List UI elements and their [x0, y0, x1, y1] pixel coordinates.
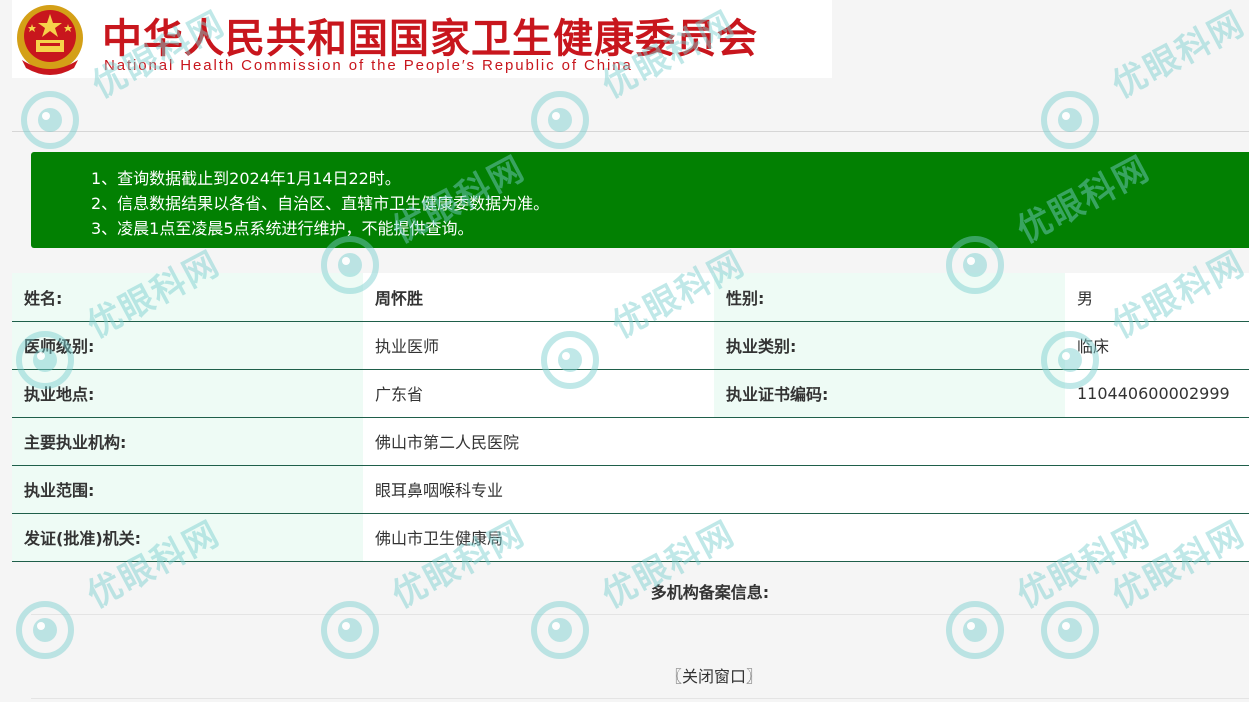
- eye-logo-icon: [946, 601, 1004, 659]
- gender-label: 性别:: [714, 273, 1065, 322]
- location-label: 执业地点:: [12, 369, 363, 418]
- doctor-info-table: 姓名: 周怀胜 性别: 男 医师级别: 执业医师 执业类别: 临床 执业地点: …: [12, 273, 1249, 562]
- watermark: 优眼科网: [1040, 3, 1249, 150]
- category-label: 执业类别:: [714, 321, 1065, 370]
- eye-logo-icon: [21, 91, 79, 149]
- eye-logo-icon: [531, 91, 589, 149]
- scope-label: 执业范围:: [12, 465, 363, 514]
- multi-institution-title: 多机构备案信息:: [650, 583, 770, 602]
- notice-line: 3、凌晨1点至凌晨5点系统进行维护，不能提供查询。: [91, 219, 474, 238]
- bottom-divider: [31, 698, 1249, 699]
- level-label: 医师级别:: [12, 321, 363, 370]
- close-window-button[interactable]: 〖关闭窗口〗: [666, 663, 762, 687]
- name-value: 周怀胜: [363, 273, 714, 322]
- site-title-chinese: 中华人民共和国国家卫生健康委员会: [102, 16, 758, 62]
- table-row: 主要执业机构: 佛山市第二人民医院: [12, 417, 1249, 466]
- cert-value: 110440600002999: [1065, 369, 1249, 418]
- table-row: 发证(批准)机关: 佛山市卫生健康局: [12, 513, 1249, 562]
- scope-value: 眼耳鼻咽喉科专业: [363, 465, 1249, 514]
- table-row: 执业范围: 眼耳鼻咽喉科专业: [12, 465, 1249, 514]
- level-value: 执业医师: [363, 321, 714, 370]
- notice-line: 2、信息数据结果以各省、自治区、直辖市卫生健康委数据为准。: [91, 194, 550, 213]
- authority-label: 发证(批准)机关:: [12, 513, 363, 562]
- site-header: 中华人民共和国国家卫生健康委员会 National Health Commiss…: [12, 0, 832, 78]
- table-row: 医师级别: 执业医师 执业类别: 临床: [12, 321, 1249, 370]
- notice-box: 1、查询数据截止到2024年1月14日22时。 2、信息数据结果以各省、自治区、…: [31, 152, 1249, 248]
- notice-line: 1、查询数据截止到2024年1月14日22时。: [91, 169, 401, 188]
- eye-logo-icon: [321, 601, 379, 659]
- watermark-text: 优眼科网: [1105, 3, 1249, 107]
- table-row: 执业地点: 广东省 执业证书编码: 110440600002999: [12, 369, 1249, 418]
- institution-value: 佛山市第二人民医院: [363, 417, 1249, 466]
- category-value: 临床: [1065, 321, 1249, 370]
- eye-logo-icon: [16, 601, 74, 659]
- site-title-english: National Health Commission of the People…: [104, 57, 633, 74]
- name-label: 姓名:: [12, 273, 363, 322]
- national-emblem-icon: [17, 5, 83, 75]
- header-divider: [12, 131, 1249, 132]
- gender-value: 男: [1065, 273, 1249, 322]
- location-value: 广东省: [363, 369, 714, 418]
- authority-value: 佛山市卫生健康局: [363, 513, 1249, 562]
- section-divider: [31, 614, 1249, 615]
- eye-logo-icon: [1041, 601, 1099, 659]
- cert-label: 执业证书编码:: [714, 369, 1065, 418]
- institution-label: 主要执业机构:: [12, 417, 363, 466]
- table-row: 姓名: 周怀胜 性别: 男: [12, 273, 1249, 322]
- eye-logo-icon: [531, 601, 589, 659]
- eye-logo-icon: [1041, 91, 1099, 149]
